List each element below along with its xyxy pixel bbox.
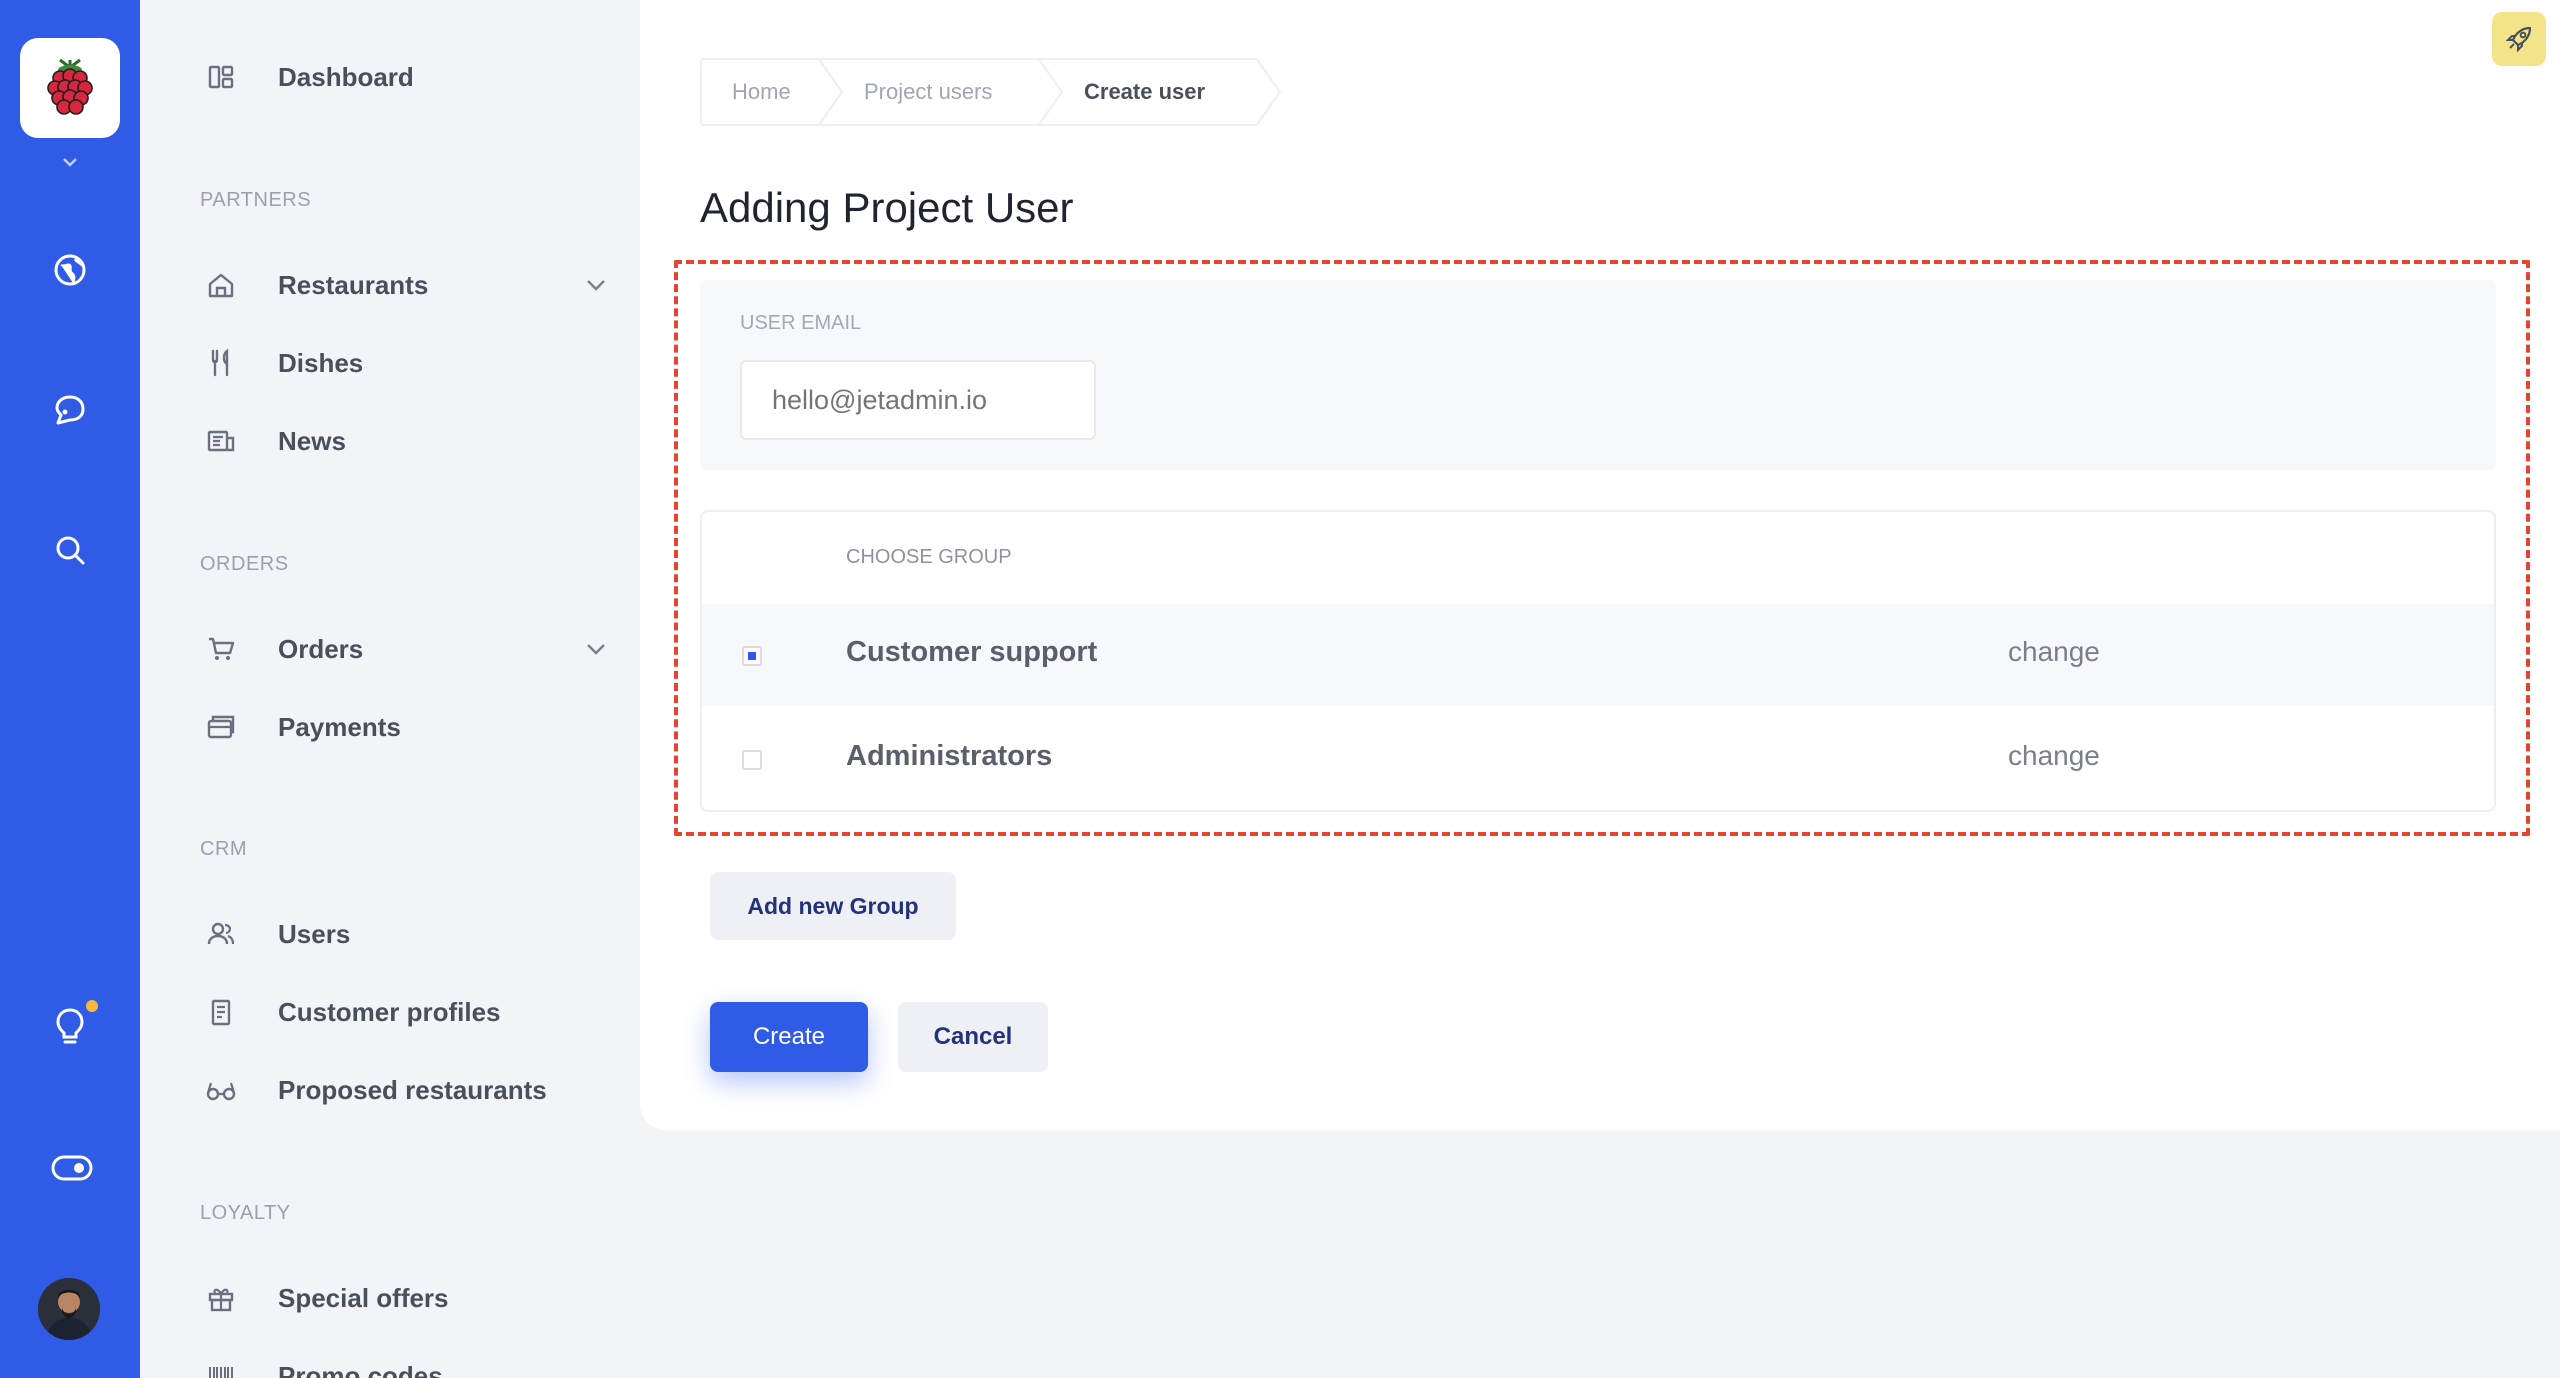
sidebar-item-restaurants[interactable]: Restaurants bbox=[200, 257, 610, 313]
sidebar-item-promo-codes[interactable]: Promo codes bbox=[200, 1348, 610, 1378]
main-panel: Home Project users Create user Adding Pr… bbox=[640, 0, 2560, 1130]
globe-icon[interactable] bbox=[48, 248, 92, 292]
sidebar-item-label: Promo codes bbox=[278, 1360, 443, 1378]
sidebar-item-orders[interactable]: Orders bbox=[200, 621, 610, 677]
breadcrumb-home[interactable]: Home bbox=[700, 58, 844, 126]
sidebar-item-label: Proposed restaurants bbox=[278, 1074, 547, 1105]
group-heading: CHOOSE GROUP bbox=[846, 546, 1012, 568]
sidebar-item-dashboard[interactable]: Dashboard bbox=[200, 49, 610, 105]
search-icon[interactable] bbox=[48, 528, 92, 572]
sidebar: Dashboard PARTNERS Restaurants Dishes Ne… bbox=[140, 0, 640, 1378]
change-link[interactable]: change bbox=[2008, 636, 2100, 668]
gift-icon bbox=[200, 1277, 242, 1319]
change-link[interactable]: change bbox=[2008, 740, 2100, 772]
sidebar-item-dishes[interactable]: Dishes bbox=[200, 335, 610, 391]
add-group-button[interactable]: Add new Group bbox=[710, 872, 956, 940]
dashboard-icon bbox=[200, 56, 242, 98]
sidebar-item-payments[interactable]: Payments bbox=[200, 699, 610, 755]
table-row[interactable]: Administrators change bbox=[702, 708, 2494, 810]
clipboard-icon bbox=[200, 991, 242, 1033]
breadcrumb-separator bbox=[1256, 58, 1282, 126]
wallet-icon bbox=[200, 706, 242, 748]
avatar[interactable] bbox=[38, 1278, 100, 1340]
chevron-down-icon[interactable] bbox=[582, 635, 610, 663]
sidebar-item-news[interactable]: News bbox=[200, 413, 610, 469]
section-partners: PARTNERS bbox=[200, 189, 312, 211]
glasses-icon bbox=[200, 1069, 242, 1111]
sidebar-item-label: News bbox=[278, 425, 346, 456]
section-crm: CRM bbox=[200, 838, 248, 860]
app-logo[interactable] bbox=[20, 38, 120, 138]
sidebar-item-users[interactable]: Users bbox=[200, 906, 610, 962]
breadcrumb-separator bbox=[818, 58, 844, 126]
sidebar-item-label: Dashboard bbox=[278, 61, 414, 92]
sidebar-item-label: Dishes bbox=[278, 347, 364, 378]
sidebar-item-label: Orders bbox=[278, 633, 364, 664]
sidebar-item-label: Payments bbox=[278, 711, 401, 742]
breadcrumb-separator bbox=[1038, 58, 1064, 126]
breadcrumb-create-user[interactable]: Create user bbox=[1038, 58, 1282, 126]
users-icon bbox=[200, 913, 242, 955]
home-icon bbox=[200, 264, 242, 306]
section-orders: ORDERS bbox=[200, 553, 289, 575]
email-section: USER EMAIL bbox=[700, 280, 2496, 470]
chevron-down-icon[interactable] bbox=[58, 150, 82, 174]
breadcrumb-project-users[interactable]: Project users bbox=[818, 58, 1064, 126]
raspberry-logo-icon bbox=[47, 58, 93, 115]
group-name: Customer support bbox=[846, 636, 1098, 668]
icon-rail bbox=[0, 0, 140, 1378]
email-label: USER EMAIL bbox=[740, 312, 862, 334]
newspaper-icon bbox=[200, 420, 242, 462]
barcode-icon bbox=[200, 1355, 242, 1378]
sidebar-item-label: Customer profiles bbox=[278, 996, 501, 1027]
email-field[interactable] bbox=[740, 360, 1096, 440]
sidebar-item-label: Users bbox=[278, 918, 351, 949]
create-button[interactable]: Create bbox=[710, 1002, 868, 1072]
lightbulb-icon[interactable] bbox=[48, 1004, 92, 1048]
section-loyalty: LOYALTY bbox=[200, 1202, 291, 1224]
sidebar-item-special-offers[interactable]: Special offers bbox=[200, 1270, 610, 1326]
toggle-icon[interactable] bbox=[50, 1146, 94, 1190]
group-checkbox[interactable] bbox=[742, 750, 762, 770]
fork-knife-icon bbox=[200, 342, 242, 384]
group-selector: CHOOSE GROUP Customer support change Adm… bbox=[700, 510, 2496, 812]
rocket-icon[interactable] bbox=[2492, 12, 2546, 66]
sidebar-item-label: Special offers bbox=[278, 1282, 449, 1313]
sidebar-item-label: Restaurants bbox=[278, 269, 429, 300]
sidebar-item-customer-profiles[interactable]: Customer profiles bbox=[200, 984, 610, 1040]
table-row[interactable]: Customer support change bbox=[702, 604, 2494, 706]
group-checkbox[interactable] bbox=[742, 646, 762, 666]
sidebar-item-proposed-restaurants[interactable]: Proposed restaurants bbox=[200, 1062, 610, 1118]
group-name: Administrators bbox=[846, 740, 1053, 772]
notification-dot bbox=[86, 1000, 98, 1012]
chat-icon[interactable] bbox=[48, 388, 92, 432]
breadcrumb: Home Project users Create user bbox=[700, 58, 1282, 126]
cancel-button[interactable]: Cancel bbox=[898, 1002, 1048, 1072]
page-title: Adding Project User bbox=[700, 184, 1074, 231]
cart-icon bbox=[200, 628, 242, 670]
chevron-down-icon[interactable] bbox=[582, 271, 610, 299]
